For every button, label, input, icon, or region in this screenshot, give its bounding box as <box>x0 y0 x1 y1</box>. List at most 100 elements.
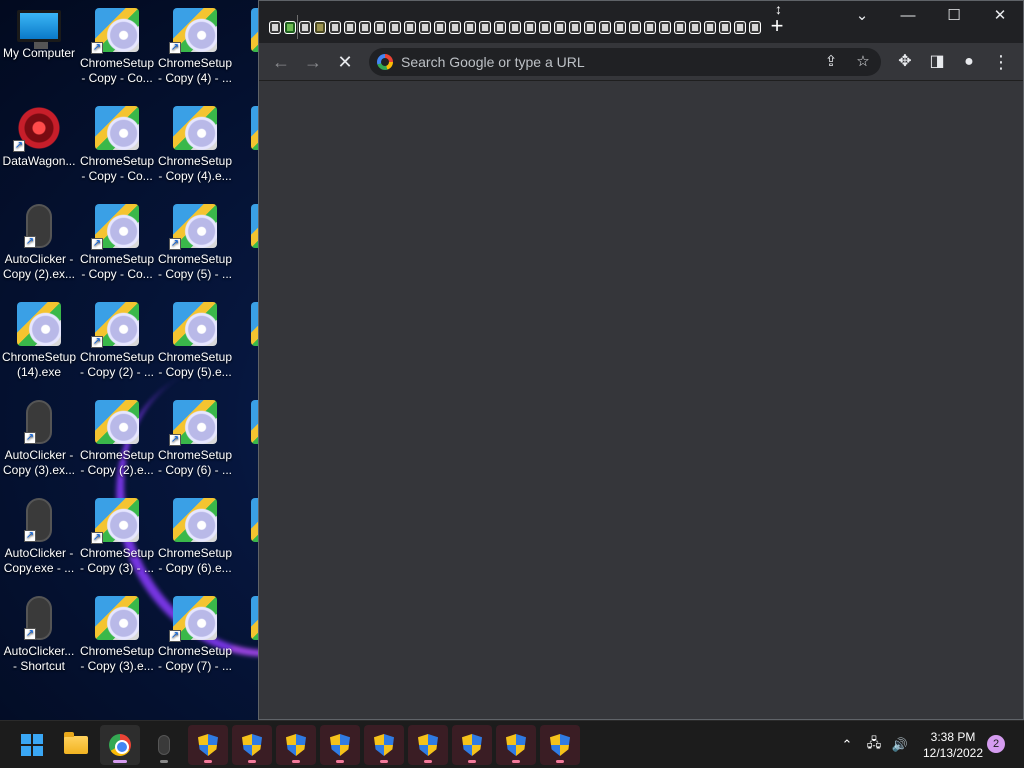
browser-tab[interactable] <box>357 15 372 39</box>
bookmark-star-icon[interactable]: ☆ <box>849 48 877 76</box>
uac-prompt-taskbar-button[interactable] <box>232 725 272 765</box>
autoclicker-taskbar-button[interactable] <box>144 725 184 765</box>
uac-shield-icon <box>374 734 394 756</box>
start-button[interactable] <box>12 725 52 765</box>
desktop-icon[interactable]: ↗ ChromeSetup - Copy (5) - ... <box>156 198 234 290</box>
browser-tab[interactable] <box>402 15 417 39</box>
menu-icon[interactable]: ⋮ <box>987 48 1015 76</box>
share-icon[interactable]: ⇪ <box>817 48 845 76</box>
browser-tab[interactable] <box>717 15 732 39</box>
desktop-icon-label: ChromeSetup - Copy (4) - ... <box>157 56 233 85</box>
browser-tab[interactable] <box>327 15 342 39</box>
uac-prompt-taskbar-button[interactable] <box>276 725 316 765</box>
browser-tab[interactable] <box>627 15 642 39</box>
browser-tab[interactable] <box>387 15 402 39</box>
minimize-button[interactable]: — <box>885 1 931 31</box>
browser-tab[interactable] <box>702 15 717 39</box>
chrome-taskbar-button[interactable] <box>100 725 140 765</box>
browser-tab[interactable] <box>342 15 357 39</box>
desktop-icon[interactable]: ChromeSetup (14).exe <box>0 296 78 388</box>
browser-tab[interactable] <box>582 15 597 39</box>
browser-tab[interactable] <box>672 15 687 39</box>
forward-button[interactable]: → <box>299 48 327 76</box>
browser-tab[interactable] <box>492 15 507 39</box>
desktop-icon[interactable]: ↗ ChromeSetup - Copy (6) - ... <box>156 394 234 486</box>
desktop-icon[interactable]: ChromeSetup - Copy (5).e... <box>156 296 234 388</box>
incognito-icon <box>628 20 641 34</box>
desktop-icon[interactable]: ↗ ChromeSetup - Copy - Co... <box>78 2 156 94</box>
browser-tab[interactable] <box>417 15 432 39</box>
desktop-icon[interactable]: ↗ ChromeSetup - Copy (3) - ... <box>78 492 156 584</box>
browser-tab[interactable] <box>432 15 447 39</box>
desktop-icon[interactable]: ↗ AutoClicker - Copy (2).ex... <box>0 198 78 290</box>
incognito-icon <box>328 20 341 34</box>
uac-prompt-taskbar-button[interactable] <box>540 725 580 765</box>
browser-tab[interactable] <box>297 15 312 39</box>
back-button[interactable]: ← <box>267 48 295 76</box>
browser-tab[interactable] <box>447 15 462 39</box>
desktop-icon[interactable]: ↗ ChromeSetup - Copy (4) - ... <box>156 2 234 94</box>
new-tab-button[interactable]: + <box>769 15 785 39</box>
browser-tab[interactable] <box>312 15 327 39</box>
profile-icon[interactable]: ● <box>955 48 983 76</box>
browser-tab[interactable] <box>477 15 492 39</box>
browser-tab[interactable] <box>267 15 282 39</box>
running-indicator <box>380 760 388 763</box>
incognito-icon <box>268 20 281 34</box>
show-hidden-icons-button[interactable]: ⌃ <box>836 721 858 768</box>
uac-prompt-taskbar-button[interactable] <box>320 725 360 765</box>
computer-icon <box>17 10 61 49</box>
browser-tab[interactable] <box>372 15 387 39</box>
clock[interactable]: 3:38 PM 12/13/2022 <box>914 729 992 761</box>
desktop-icon[interactable]: ↗ AutoClicker - Copy.exe - ... <box>0 492 78 584</box>
notification-badge[interactable]: 2 <box>987 735 1005 753</box>
shortcut-arrow-icon: ↗ <box>24 432 36 444</box>
browser-tab[interactable] <box>657 15 672 39</box>
volume-icon[interactable]: 🔊 <box>888 721 912 768</box>
browser-tab[interactable] <box>732 15 747 39</box>
maximize-button[interactable]: ☐ <box>931 1 977 31</box>
uac-prompt-taskbar-button[interactable] <box>496 725 536 765</box>
omnibox[interactable]: ⇪ ☆ <box>369 48 881 76</box>
browser-tab[interactable] <box>537 15 552 39</box>
desktop-icon[interactable]: ↗ AutoClicker... - Shortcut <box>0 590 78 682</box>
desktop-icon[interactable]: ↗ DataWagon... <box>0 100 78 192</box>
uac-prompt-taskbar-button[interactable] <box>188 725 228 765</box>
desktop-icon[interactable]: ↗ AutoClicker - Copy (3).ex... <box>0 394 78 486</box>
extensions-icon[interactable]: ✥ <box>891 48 919 76</box>
browser-tab[interactable] <box>462 15 477 39</box>
desktop-icon[interactable]: ↗ ChromeSetup - Copy (2) - ... <box>78 296 156 388</box>
tab-search-button[interactable]: ⌄ <box>839 1 885 31</box>
desktop-icon[interactable]: ChromeSetup - Copy (6).e... <box>156 492 234 584</box>
desktop-icon[interactable]: ChromeSetup - Copy (2).e... <box>78 394 156 486</box>
clock-time: 3:38 PM <box>930 730 976 744</box>
desktop-icon[interactable]: ChromeSetup - Copy (3).e... <box>78 590 156 682</box>
network-icon[interactable]: 🖧 <box>862 721 886 768</box>
file-explorer-button[interactable] <box>56 725 96 765</box>
stop-loading-button[interactable]: ✕ <box>331 48 359 76</box>
installer-icon <box>95 106 139 150</box>
browser-tab[interactable] <box>507 15 522 39</box>
browser-tab[interactable] <box>567 15 582 39</box>
browser-tab[interactable] <box>522 15 537 39</box>
desktop-icon[interactable]: ↗ ChromeSetup - Copy (7) - ... <box>156 590 234 682</box>
side-panel-icon[interactable]: ◨ <box>923 48 951 76</box>
close-window-button[interactable]: ✕ <box>977 1 1023 31</box>
google-icon <box>377 54 393 70</box>
desktop-icon[interactable]: ↗ ChromeSetup - Copy - Co... <box>78 198 156 290</box>
browser-tab[interactable] <box>747 15 762 39</box>
desktop-icon[interactable]: ChromeSetup - Copy (4).e... <box>156 100 234 192</box>
uac-prompt-taskbar-button[interactable] <box>408 725 448 765</box>
browser-tab[interactable] <box>642 15 657 39</box>
browser-tab[interactable] <box>612 15 627 39</box>
desktop-icon[interactable]: My Computer <box>0 2 78 94</box>
browser-tab[interactable] <box>597 15 612 39</box>
address-input[interactable] <box>401 48 811 76</box>
desktop-icon[interactable]: ChromeSetup - Copy - Co... <box>78 100 156 192</box>
browser-tab[interactable] <box>282 15 297 39</box>
uac-prompt-taskbar-button[interactable] <box>364 725 404 765</box>
browser-tab[interactable] <box>552 15 567 39</box>
incognito-icon <box>403 20 416 34</box>
uac-prompt-taskbar-button[interactable] <box>452 725 492 765</box>
browser-tab[interactable] <box>687 15 702 39</box>
